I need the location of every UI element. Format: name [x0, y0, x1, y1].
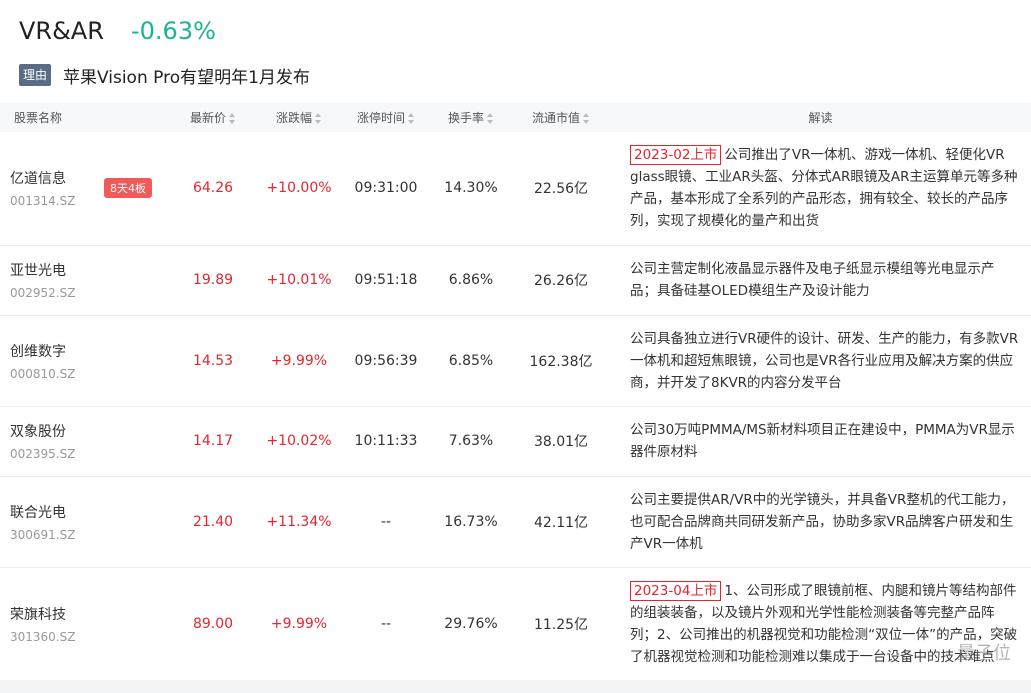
bottom-bar	[0, 680, 1031, 693]
stock-code: 301360.SZ	[10, 630, 76, 644]
table-row[interactable]: 亚世光电 002952.SZ 19.89 +10.01% 09:51:18 6.86% 26…	[0, 245, 1031, 316]
limit-time-cell: --	[342, 476, 430, 568]
stock-name[interactable]: 亚世光电	[10, 260, 75, 280]
watermark: 量子位	[957, 643, 1011, 664]
reason-text: 苹果Vision Pro有望明年1月发布	[63, 68, 310, 88]
table-row[interactable]: 亿道信息 001314.SZ 8天4板 64.26 +10.00% 09:31:00 14.…	[0, 132, 1031, 246]
desc-cell: 公司30万吨PMMA/MS新材料项目正在建设中，PMMA为VR显示器件原材料	[610, 406, 1031, 477]
market-cap-cell: 42.11亿	[512, 476, 610, 568]
desc-cell: 公司具备独立进行VR硬件的设计、研发、生产的能力，有多款VR一体机和超短焦眼镜，…	[610, 315, 1031, 407]
turnover-cell: 29.76%	[430, 567, 512, 682]
stock-name[interactable]: 创维数字	[10, 341, 75, 361]
turnover-cell: 6.86%	[430, 245, 512, 316]
col-header-limit-time[interactable]: 涨停时间	[342, 103, 430, 132]
price-cell: 14.53	[170, 315, 256, 407]
desc-text: 公司30万吨PMMA/MS新材料项目正在建设中，PMMA为VR显示器件原材料	[630, 422, 1015, 460]
table-row[interactable]: 双象股份 002395.SZ 14.17 +10.02% 10:11:33 7.63% 38…	[0, 406, 1031, 477]
stock-name[interactable]: 荣旗科技	[10, 604, 75, 624]
listing-date-tag: 2023-04上市	[630, 581, 722, 601]
stock-code: 002395.SZ	[10, 447, 76, 461]
change-cell: +11.34%	[256, 476, 342, 568]
price-cell: 89.00	[170, 567, 256, 682]
desc-text: 公司具备独立进行VR硬件的设计、研发、生产的能力，有多款VR一体机和超短焦眼镜，…	[630, 330, 1019, 391]
turnover-cell: 7.63%	[430, 406, 512, 477]
sort-icon[interactable]	[229, 113, 236, 124]
price-cell: 14.17	[170, 406, 256, 477]
price-cell: 21.40	[170, 476, 256, 568]
change-cell: +10.02%	[256, 406, 342, 477]
desc-cell: 公司主营定制化液晶显示器件及电子纸显示模组等光电显示产品；具备硅基OLED模组生…	[610, 245, 1031, 316]
turnover-cell: 6.85%	[430, 315, 512, 407]
stock-name-cell[interactable]: 联合光电 300691.SZ	[0, 476, 170, 568]
sector-change: -0.63%	[131, 17, 216, 45]
turnover-cell: 14.30%	[430, 132, 512, 246]
limit-time-cell: 09:51:18	[342, 245, 430, 316]
sort-icon[interactable]	[315, 113, 322, 124]
table-row[interactable]: 创维数字 000810.SZ 14.53 +9.99% 09:56:39 6.85% 162…	[0, 315, 1031, 407]
change-cell: +10.00%	[256, 132, 342, 246]
streak-tag: 8天4板	[104, 178, 152, 199]
table-header-row: 股票名称 最新价 涨跌幅 涨停时间 换手率 流通市值 解读	[0, 103, 1031, 132]
price-cell: 19.89	[170, 245, 256, 316]
desc-cell: 2023-02上市 公司推出了VR一体机、游戏一体机、轻便化VR glass眼镜、…	[610, 132, 1031, 246]
reason-badge: 理由	[19, 64, 51, 86]
sort-icon[interactable]	[487, 113, 494, 124]
table-row[interactable]: 荣旗科技 301360.SZ 89.00 +9.99% -- 29.76% 11.25亿 20…	[0, 567, 1031, 682]
market-cap-cell: 162.38亿	[512, 315, 610, 407]
stock-name[interactable]: 联合光电	[10, 502, 75, 522]
table-row[interactable]: 联合光电 300691.SZ 21.40 +11.34% -- 16.73% 42.11亿公…	[0, 476, 1031, 568]
stock-name-cell[interactable]: 荣旗科技 301360.SZ	[0, 567, 170, 682]
market-cap-cell: 22.56亿	[512, 132, 610, 246]
stock-table: 股票名称 最新价 涨跌幅 涨停时间 换手率 流通市值 解读 亿道信息 001314…	[0, 103, 1031, 682]
col-header-price[interactable]: 最新价	[170, 103, 256, 132]
desc-text: 公司主营定制化液晶显示器件及电子纸显示模组等光电显示产品；具备硅基OLED模组生…	[630, 261, 995, 299]
limit-time-cell: 09:31:00	[342, 132, 430, 246]
market-cap-cell: 26.26亿	[512, 245, 610, 316]
limit-time-cell: --	[342, 567, 430, 682]
market-cap-cell: 11.25亿	[512, 567, 610, 682]
sort-icon[interactable]	[408, 113, 415, 124]
col-header-name: 股票名称	[0, 103, 170, 132]
desc-text: 公司主要提供AR/VR中的光学镜头，并具备VR整机的代工能力，也可配合品牌商共同…	[630, 491, 1015, 552]
stock-code: 001314.SZ	[10, 194, 76, 209]
limit-time-cell: 09:56:39	[342, 315, 430, 407]
col-header-desc: 解读	[610, 103, 1031, 132]
sort-icon[interactable]	[583, 113, 590, 124]
stock-name-cell[interactable]: 亿道信息 001314.SZ 8天4板	[0, 132, 170, 246]
col-header-change[interactable]: 涨跌幅	[256, 103, 342, 132]
stock-name-cell[interactable]: 创维数字 000810.SZ	[0, 315, 170, 407]
col-header-market-cap[interactable]: 流通市值	[512, 103, 610, 132]
stock-name-cell[interactable]: 双象股份 002395.SZ	[0, 406, 170, 477]
listing-date-tag: 2023-02上市	[630, 145, 722, 166]
sector-title: VR&AR	[19, 17, 104, 45]
market-cap-cell: 38.01亿	[512, 406, 610, 477]
col-header-turnover[interactable]: 换手率	[430, 103, 512, 132]
change-cell: +10.01%	[256, 245, 342, 316]
price-cell: 64.26	[170, 132, 256, 246]
stock-name[interactable]: 亿道信息	[10, 168, 75, 188]
stock-code: 000810.SZ	[10, 366, 76, 381]
change-cell: +9.99%	[256, 315, 342, 407]
limit-time-cell: 10:11:33	[342, 406, 430, 477]
page-header: VR&AR -0.63% 理由 苹果Vision Pro有望明年1月发布	[0, 0, 1031, 103]
desc-cell: 公司主要提供AR/VR中的光学镜头，并具备VR整机的代工能力，也可配合品牌商共同…	[610, 476, 1031, 568]
stock-code: 300691.SZ	[10, 527, 76, 542]
change-cell: +9.99%	[256, 567, 342, 682]
turnover-cell: 16.73%	[430, 476, 512, 568]
stock-name[interactable]: 双象股份	[10, 421, 75, 441]
stock-name-cell[interactable]: 亚世光电 002952.SZ	[0, 245, 170, 316]
stock-code: 002952.SZ	[10, 286, 76, 300]
